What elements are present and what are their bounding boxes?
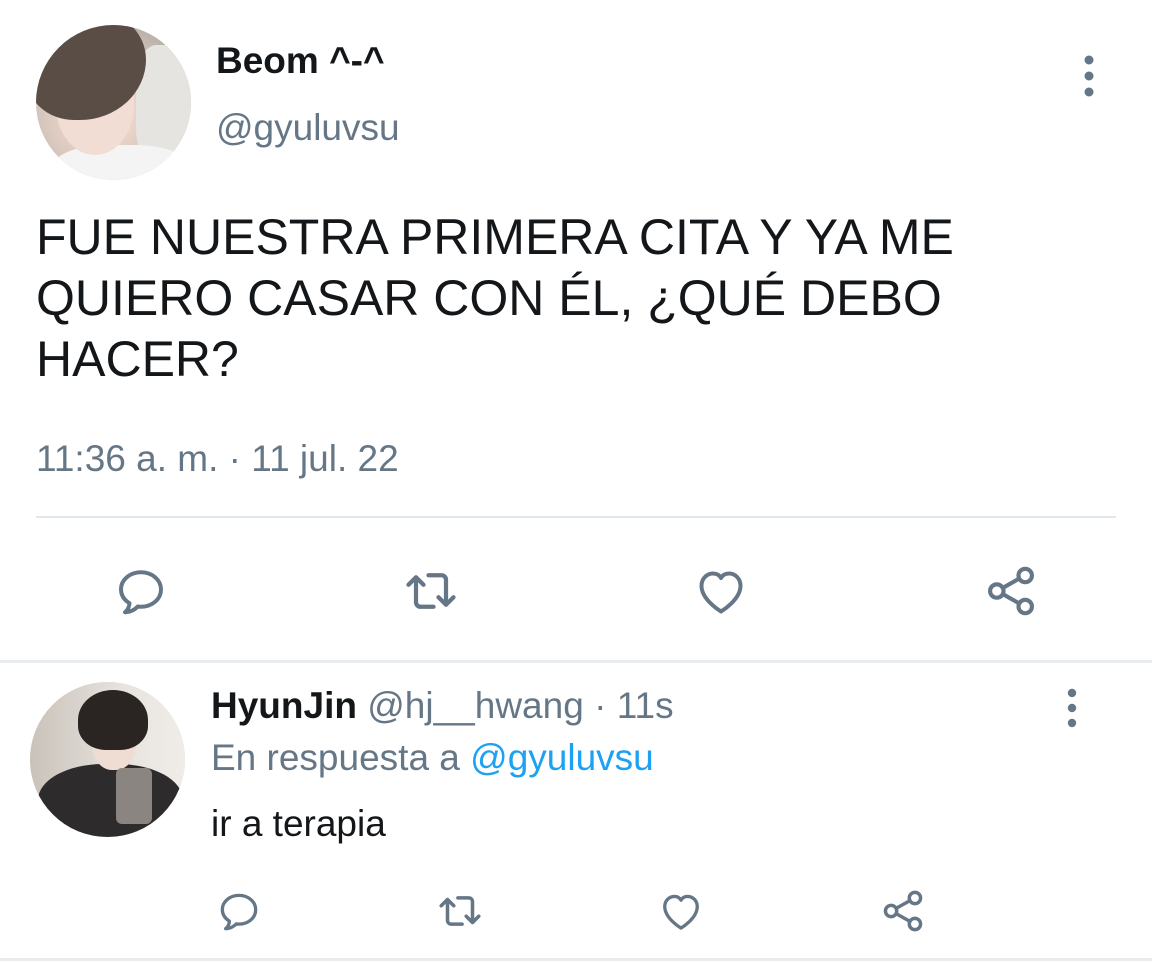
reply-text: ir a terapia xyxy=(211,803,386,844)
heart-icon xyxy=(663,894,699,930)
tweet-timestamp[interactable]: 11:36 a. m. · 11 jul. 22 xyxy=(36,438,399,480)
share-icon xyxy=(988,566,1034,616)
reply-header: HyunJin @hj__hwang · 11s xyxy=(211,685,674,727)
author-avatar[interactable] xyxy=(36,25,191,180)
more-options-icon[interactable] xyxy=(1074,54,1104,98)
replying-to-mention[interactable]: @gyuluvsu xyxy=(470,737,654,778)
share-button[interactable] xyxy=(876,884,930,938)
reply-button[interactable] xyxy=(212,884,266,938)
tweet-divider xyxy=(0,660,1152,663)
more-options-icon[interactable] xyxy=(1058,688,1086,728)
like-button[interactable] xyxy=(688,558,754,624)
separator-dot: · xyxy=(583,685,617,726)
retweet-button[interactable] xyxy=(432,884,488,938)
heart-icon xyxy=(699,571,743,614)
retweet-button[interactable] xyxy=(398,558,464,624)
reply-icon xyxy=(220,893,258,931)
reply-author-display-name[interactable]: HyunJin xyxy=(211,685,357,726)
reply-author-avatar[interactable] xyxy=(30,682,185,837)
share-icon xyxy=(883,890,923,932)
like-button[interactable] xyxy=(654,884,708,938)
reply-author-handle[interactable]: @hj__hwang xyxy=(367,685,584,726)
retweet-icon xyxy=(439,896,481,926)
reply-button[interactable] xyxy=(108,558,174,624)
replying-to-label: En respuesta a xyxy=(211,737,471,778)
author-handle[interactable]: @gyuluvsu xyxy=(216,107,400,149)
retweet-icon xyxy=(406,573,456,609)
author-display-name[interactable]: Beom ^-^ xyxy=(216,40,385,82)
share-button[interactable] xyxy=(978,558,1044,624)
replying-to: En respuesta a @gyuluvsu xyxy=(211,737,654,779)
main-tweet: Beom ^-^ @gyuluvsu FUE NUESTRA PRIMERA C… xyxy=(0,0,1152,660)
tweet-divider xyxy=(0,958,1152,961)
divider xyxy=(36,516,1116,518)
reply-time[interactable]: 11s xyxy=(617,685,674,726)
tweet-text: FUE NUESTRA PRIMERA CITA Y YA ME QUIERO … xyxy=(36,209,954,387)
reply-icon xyxy=(119,570,163,615)
